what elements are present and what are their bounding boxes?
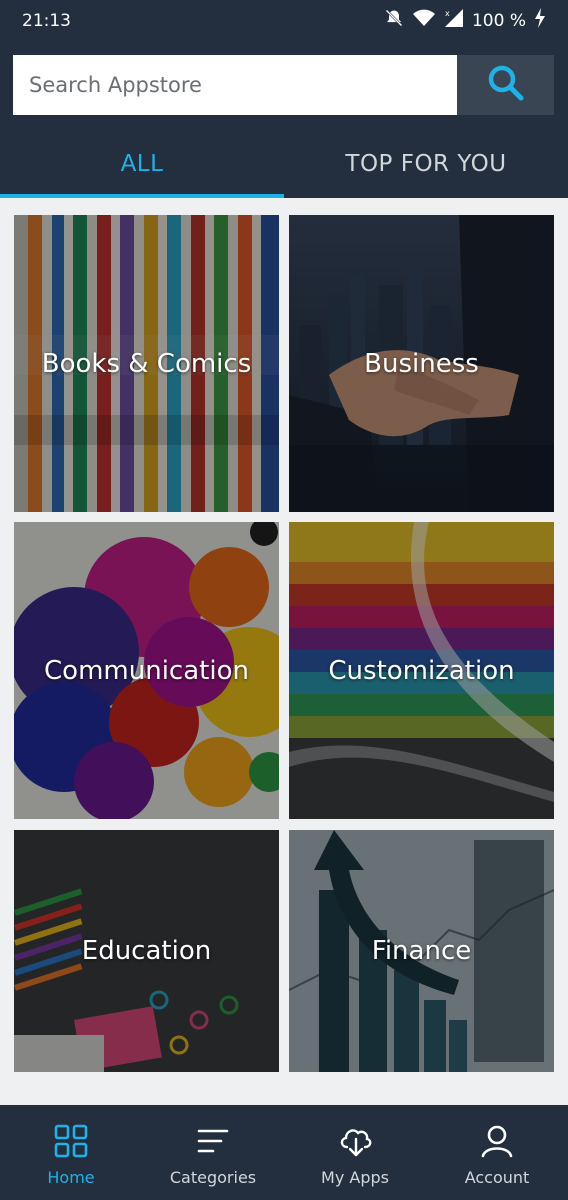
- nav-label: Account: [464, 1168, 530, 1187]
- category-tile-communication[interactable]: Communication: [14, 522, 279, 819]
- svg-text:x: x: [445, 9, 450, 18]
- category-label: Customization: [328, 655, 515, 686]
- list-icon: [195, 1123, 231, 1159]
- status-bar: 21:13 x 100 %: [0, 0, 568, 42]
- nav-account[interactable]: Account: [426, 1105, 568, 1200]
- category-label: Communication: [44, 655, 249, 686]
- category-tile-customization[interactable]: Customization: [289, 522, 554, 819]
- nav-label: My Apps: [321, 1168, 389, 1187]
- category-tile-education[interactable]: Education: [14, 830, 279, 1072]
- wifi-icon: [412, 8, 436, 33]
- category-label: Finance: [371, 936, 472, 966]
- tab-all[interactable]: ALL: [0, 130, 284, 198]
- category-label: Books & Comics: [41, 348, 252, 379]
- nav-categories[interactable]: Categories: [142, 1105, 284, 1200]
- bell-muted-icon: [384, 8, 404, 33]
- battery-text: 100 %: [471, 10, 526, 31]
- nav-home[interactable]: Home: [0, 1105, 142, 1200]
- search-button[interactable]: [457, 55, 554, 115]
- tab-top-for-you[interactable]: TOP FOR YOU: [284, 130, 568, 198]
- category-tile-business[interactable]: Business: [289, 215, 554, 512]
- category-tile-finance[interactable]: Finance: [289, 830, 554, 1072]
- grid-icon: [53, 1123, 89, 1159]
- search-icon: [486, 63, 526, 107]
- signal-icon: x: [444, 8, 464, 33]
- status-time: 21:13: [22, 11, 71, 31]
- tab-bar: ALL TOP FOR YOU: [0, 130, 568, 198]
- search-input[interactable]: [13, 55, 457, 115]
- category-grid: Books & Comics Business Communication Cu…: [0, 198, 568, 1105]
- nav-label: Home: [47, 1168, 95, 1187]
- charging-icon: [534, 8, 546, 33]
- cloud-download-icon: [337, 1123, 373, 1159]
- nav-my-apps[interactable]: My Apps: [284, 1105, 426, 1200]
- category-tile-books-comics[interactable]: Books & Comics: [14, 215, 279, 512]
- category-label: Education: [81, 936, 212, 966]
- bottom-navigation: Home Categories My Apps Account: [0, 1105, 568, 1200]
- nav-label: Categories: [169, 1168, 257, 1187]
- person-icon: [479, 1123, 515, 1159]
- search-bar: [0, 42, 568, 130]
- category-label: Business: [364, 348, 479, 379]
